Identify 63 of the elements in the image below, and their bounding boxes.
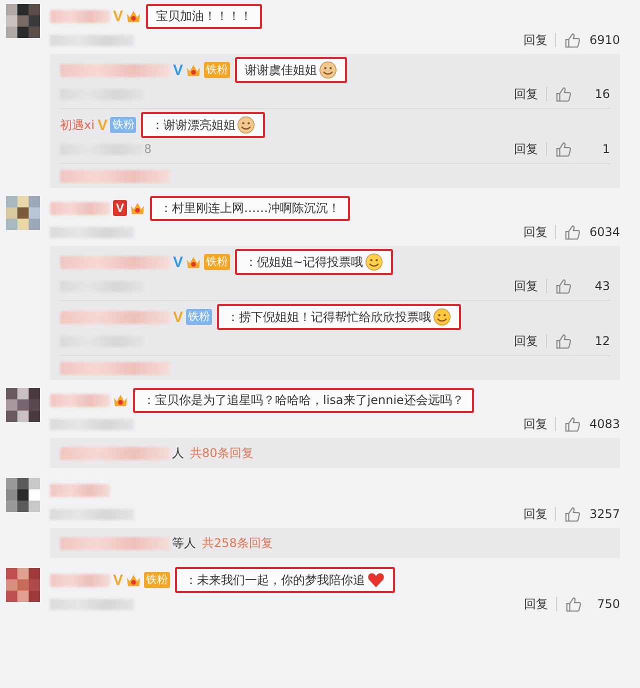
like-count: 6910 bbox=[589, 33, 620, 47]
crown-icon bbox=[130, 202, 146, 214]
blurred-text bbox=[50, 484, 110, 496]
more-replies-lead: 人 bbox=[172, 444, 184, 462]
thumbs-up-icon[interactable] bbox=[564, 32, 582, 48]
comment-text: 宝贝加油！！！！ bbox=[146, 4, 262, 28]
reply-link[interactable]: 回复 bbox=[514, 140, 538, 158]
fan-badge: 铁粉 bbox=[110, 117, 136, 133]
thumbs-up-icon[interactable] bbox=[555, 140, 572, 158]
reply-link[interactable]: 回复 bbox=[514, 278, 538, 294]
reply-link[interactable]: 回复 bbox=[523, 506, 548, 522]
comment-text: ：宝贝你是为了追星吗？哈哈哈，lisa来了jennie还会远吗？ bbox=[133, 388, 474, 412]
reply-link[interactable]: 回复 bbox=[523, 224, 548, 240]
like-count: 16 bbox=[594, 87, 610, 101]
verified-label: V bbox=[173, 62, 184, 78]
verified-label: V bbox=[173, 310, 184, 324]
blurred-text bbox=[50, 394, 110, 406]
verified-label: V bbox=[113, 200, 128, 216]
comment-text: ：村里刚连上网……冲啊陈沉沉！ bbox=[150, 196, 350, 220]
fan-badge: 铁粉 bbox=[204, 254, 230, 270]
like-count: 6034 bbox=[589, 225, 620, 239]
blurred-text bbox=[50, 202, 110, 214]
fan-badge: 铁粉 bbox=[204, 62, 230, 78]
reply-text: ：捞下倪姐姐！记得帮忙给欣欣投票哦 bbox=[217, 304, 462, 330]
like-count: 12 bbox=[594, 334, 610, 348]
crown-icon bbox=[113, 394, 128, 406]
thumbs-up-icon[interactable] bbox=[564, 506, 582, 522]
blurred-text bbox=[50, 10, 110, 22]
thumbs-up-icon[interactable] bbox=[565, 596, 582, 612]
thumbs-up-icon[interactable] bbox=[555, 86, 572, 102]
reply-link[interactable]: 回复 bbox=[524, 596, 548, 612]
like-count: 43 bbox=[594, 279, 610, 293]
verified-label: V bbox=[97, 118, 108, 132]
more-replies-bar[interactable]: 等人 共258条回复 bbox=[50, 528, 620, 558]
reply-text: 谢谢虞佳姐姐 bbox=[235, 57, 348, 83]
crown-icon bbox=[186, 64, 202, 76]
reply-link[interactable]: 回复 bbox=[514, 332, 538, 350]
reply-text: ：倪姐姐~记得投票哦 bbox=[235, 249, 394, 275]
like-count: 3257 bbox=[589, 507, 620, 521]
thumbs-up-icon[interactable] bbox=[564, 224, 582, 240]
crown-icon bbox=[126, 574, 142, 586]
like-count: 1 bbox=[601, 142, 610, 156]
verified-label: V bbox=[113, 8, 124, 24]
thumbs-up-icon[interactable] bbox=[564, 416, 582, 432]
verified-label: V bbox=[173, 254, 184, 270]
reply-time: 8 bbox=[144, 142, 152, 156]
thumbs-up-icon[interactable] bbox=[555, 278, 572, 294]
like-count: 750 bbox=[596, 597, 620, 611]
more-replies-bar[interactable]: 人 共80条回复 bbox=[50, 438, 620, 468]
thumbs-up-icon[interactable] bbox=[555, 332, 572, 350]
fan-badge: 铁粉 bbox=[144, 572, 170, 588]
fan-badge: 铁粉 bbox=[186, 309, 212, 325]
reply-link[interactable]: 回复 bbox=[523, 32, 548, 48]
verified-label: V bbox=[113, 572, 124, 588]
crown-icon bbox=[186, 256, 202, 268]
more-replies-lead: 等人 bbox=[172, 534, 196, 552]
reply-link[interactable]: 回复 bbox=[514, 86, 538, 102]
reply-text: ：谢谢漂亮姐姐 bbox=[141, 112, 266, 138]
comment-text: ：未来我们一起，你的梦我陪你追 bbox=[175, 567, 396, 593]
reply-link[interactable]: 回复 bbox=[523, 416, 548, 432]
crown-icon bbox=[126, 10, 142, 22]
like-count: 4083 bbox=[589, 417, 620, 431]
blurred-text bbox=[50, 574, 110, 586]
